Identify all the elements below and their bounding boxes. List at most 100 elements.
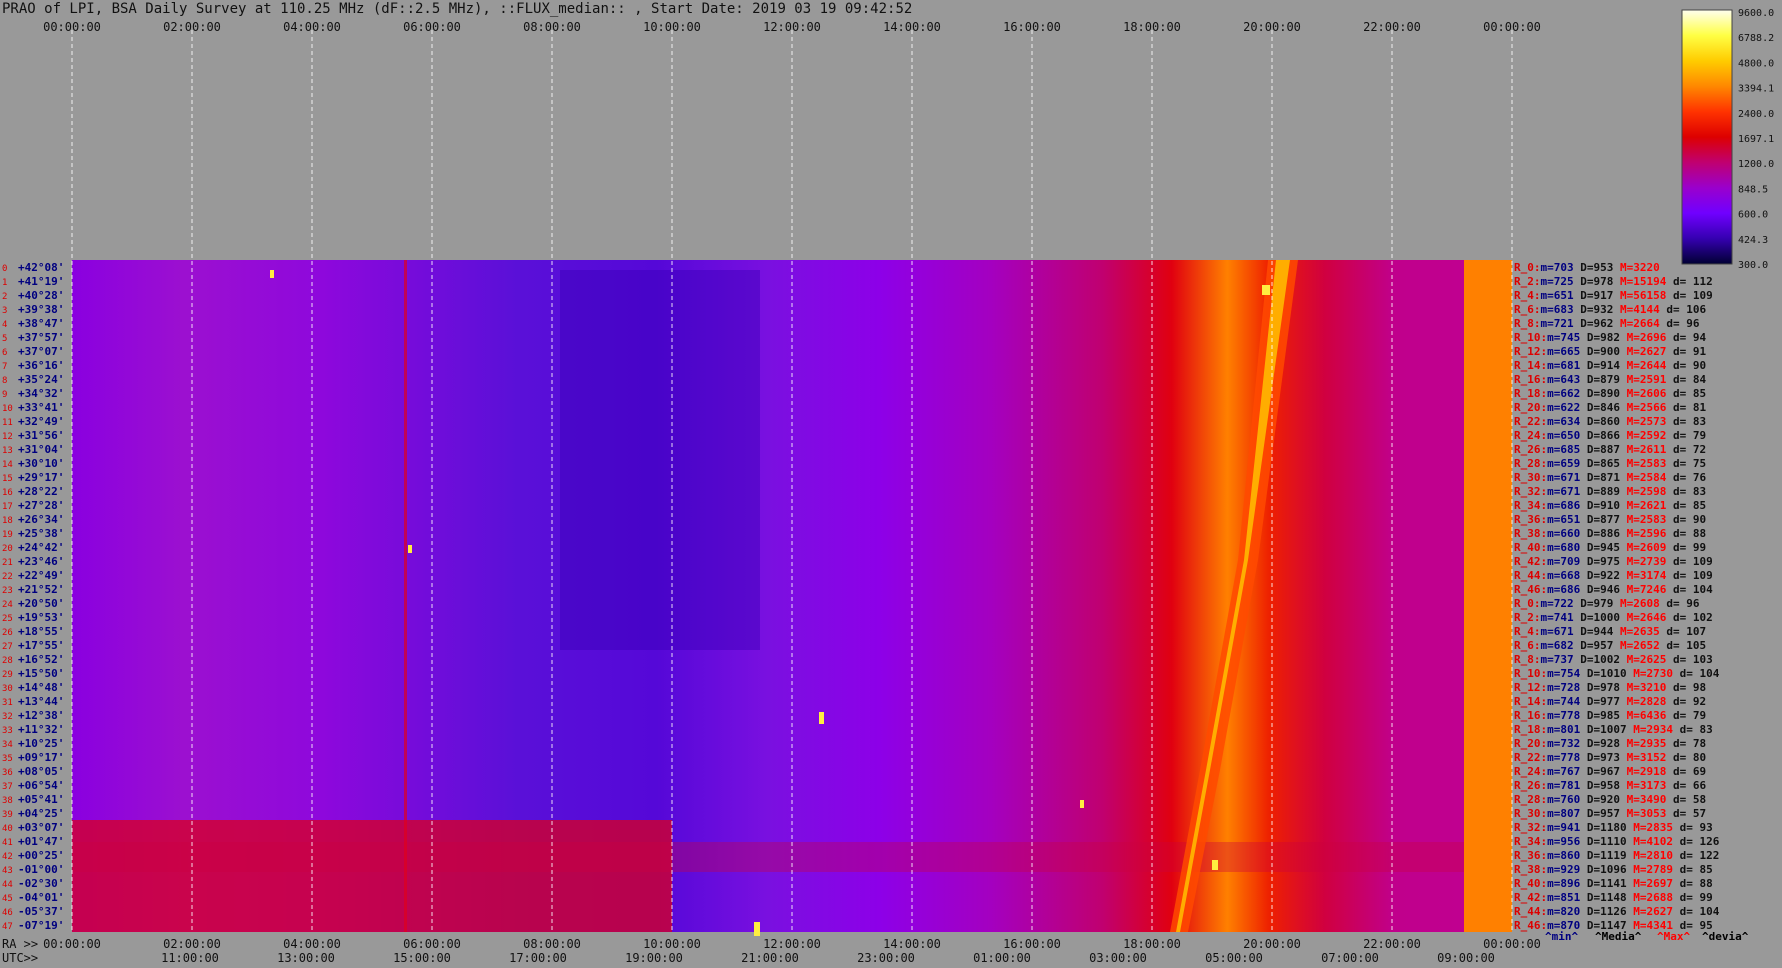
top-tick-label: 06:00:00 bbox=[403, 20, 461, 34]
row-stat-part: 56158 bbox=[1633, 289, 1666, 302]
row-stat-part: 956 bbox=[1560, 835, 1580, 848]
row-stat: R_18:m=662 D=890 M=2606 d= 85 bbox=[1514, 387, 1706, 400]
declination-label: +27°28' bbox=[18, 499, 64, 512]
row-number: 20 bbox=[2, 544, 13, 554]
row-stat-part: 910 bbox=[1600, 499, 1620, 512]
row-stat-part: 754 bbox=[1560, 667, 1580, 680]
row-stat-part: 973 bbox=[1600, 751, 1620, 764]
declination-label: +31°56' bbox=[18, 429, 64, 442]
row-number: 39 bbox=[2, 810, 13, 820]
row-stat-part: 665 bbox=[1560, 345, 1580, 358]
utc-tick-label: 11:00:00 bbox=[161, 951, 219, 965]
row-stat-part: M= bbox=[1620, 527, 1640, 540]
row-stat-part: 860 bbox=[1600, 415, 1620, 428]
declination-label: +37°07' bbox=[18, 345, 64, 358]
row-stat-part: 879 bbox=[1600, 373, 1620, 386]
row-stat-part: 978 bbox=[1594, 275, 1614, 288]
row-stat-part: 1010 bbox=[1600, 667, 1627, 680]
row-stat: R_10:m=745 D=982 M=2696 d= 94 bbox=[1514, 331, 1706, 344]
row-number: 18 bbox=[2, 516, 13, 526]
row-stat-part: m= bbox=[1547, 541, 1561, 554]
row-stat-part: R_32: bbox=[1514, 485, 1547, 498]
row-stat-part: D= bbox=[1580, 513, 1600, 526]
ra-tick-label: 18:00:00 bbox=[1123, 937, 1181, 951]
row-stat-part: m= bbox=[1547, 345, 1561, 358]
row-stat-part: 781 bbox=[1560, 779, 1580, 792]
row-stat-part: M= bbox=[1620, 429, 1640, 442]
row-stat-part: 2566 bbox=[1640, 401, 1667, 414]
row-stat-part: D= bbox=[1574, 597, 1594, 610]
row-number: 19 bbox=[2, 530, 13, 540]
row-number: 35 bbox=[2, 754, 13, 764]
row-stat-part: R_12: bbox=[1514, 345, 1547, 358]
row-number: 31 bbox=[2, 698, 13, 708]
row-stat-part: R_32: bbox=[1514, 821, 1547, 834]
colorbar-tick-label: 600.0 bbox=[1738, 210, 1768, 221]
row-number: 12 bbox=[2, 432, 13, 442]
row-stat-part: 2810 bbox=[1647, 849, 1674, 862]
utc-tick-label: 03:00:00 bbox=[1089, 951, 1147, 965]
row-stat-part: R_38: bbox=[1514, 527, 1547, 540]
row-stat-part: R_44: bbox=[1514, 569, 1547, 582]
top-tick-label: 08:00:00 bbox=[523, 20, 581, 34]
utc-tick-label: 07:00:00 bbox=[1321, 951, 1379, 965]
row-stat-part: m= bbox=[1547, 681, 1561, 694]
row-stat-part: d= 109 bbox=[1666, 569, 1712, 582]
row-stat-part: D= bbox=[1580, 555, 1600, 568]
utc-tick-label: 21:00:00 bbox=[741, 951, 799, 965]
row-stat-part: 737 bbox=[1554, 653, 1574, 666]
row-stat-part: m= bbox=[1547, 443, 1561, 456]
row-stat-part: 982 bbox=[1600, 331, 1620, 344]
row-stat-part: M= bbox=[1620, 695, 1640, 708]
row-stat: R_4:m=651 D=917 M=56158 d= 109 bbox=[1514, 289, 1713, 302]
row-stat-part: d= 109 bbox=[1666, 289, 1712, 302]
row-stat-part: m= bbox=[1547, 457, 1561, 470]
row-stat-part: M= bbox=[1620, 387, 1640, 400]
row-stat-part: m= bbox=[1547, 807, 1561, 820]
row-stat-part: 15194 bbox=[1633, 275, 1666, 288]
row-stat-part: D= bbox=[1580, 541, 1600, 554]
row-stat-part: R_0: bbox=[1514, 597, 1541, 610]
row-stat-part: R_10: bbox=[1514, 331, 1547, 344]
row-number: 3 bbox=[2, 306, 7, 316]
row-stat: R_4:m=671 D=944 M=2635 d= 107 bbox=[1514, 625, 1706, 638]
row-number: 22 bbox=[2, 572, 13, 582]
declination-label: +35°24' bbox=[18, 373, 64, 386]
row-stat-part: 2627 bbox=[1647, 905, 1674, 918]
row-stat-part: 977 bbox=[1600, 695, 1620, 708]
row-stat-part: m= bbox=[1547, 723, 1561, 736]
row-stat-part: D= bbox=[1580, 723, 1600, 736]
row-stat-part: 682 bbox=[1554, 639, 1574, 652]
row-stat-part: M= bbox=[1620, 513, 1640, 526]
row-stat-part: M= bbox=[1620, 541, 1640, 554]
row-stat-part: d= 83 bbox=[1666, 485, 1706, 498]
row-stat-part: D= bbox=[1580, 695, 1600, 708]
row-stat-part: D= bbox=[1574, 625, 1594, 638]
row-number: 0 bbox=[2, 264, 7, 274]
row-stat-part: m= bbox=[1547, 751, 1561, 764]
row-stat-part: m= bbox=[1541, 653, 1555, 666]
row-stat-part: m= bbox=[1541, 639, 1555, 652]
row-stat: R_24:m=650 D=866 M=2592 d= 79 bbox=[1514, 429, 1706, 442]
galactic-band bbox=[72, 820, 672, 932]
row-stat-part: D= bbox=[1580, 429, 1600, 442]
row-stat-part: 2584 bbox=[1640, 471, 1667, 484]
row-stat-part: d= 105 bbox=[1660, 639, 1706, 652]
declination-label: +23°46' bbox=[18, 555, 64, 568]
row-stat-part: R_36: bbox=[1514, 513, 1547, 526]
row-stat-part: 962 bbox=[1594, 317, 1614, 330]
row-stat: R_42:m=851 D=1148 M=2688 d= 99 bbox=[1514, 891, 1713, 904]
row-stat: R_2:m=725 D=978 M=15194 d= 112 bbox=[1514, 275, 1713, 288]
row-number: 33 bbox=[2, 726, 13, 736]
row-stat: R_24:m=767 D=967 M=2918 d= 69 bbox=[1514, 765, 1706, 778]
colorbar-tick-label: 3394.1 bbox=[1738, 84, 1774, 95]
row-stat-part: R_40: bbox=[1514, 541, 1547, 554]
row-stat-part: 860 bbox=[1560, 849, 1580, 862]
survey-chart: PRAO of LPI, BSA Daily Survey at 110.25 … bbox=[0, 0, 1782, 968]
row-stat-part: 941 bbox=[1560, 821, 1580, 834]
row-stat-part: m= bbox=[1547, 513, 1561, 526]
row-stat-part: R_30: bbox=[1514, 807, 1547, 820]
row-stat-part: D= bbox=[1580, 849, 1600, 862]
declination-label: +38°47' bbox=[18, 317, 64, 330]
row-stat-part: M= bbox=[1620, 485, 1640, 498]
